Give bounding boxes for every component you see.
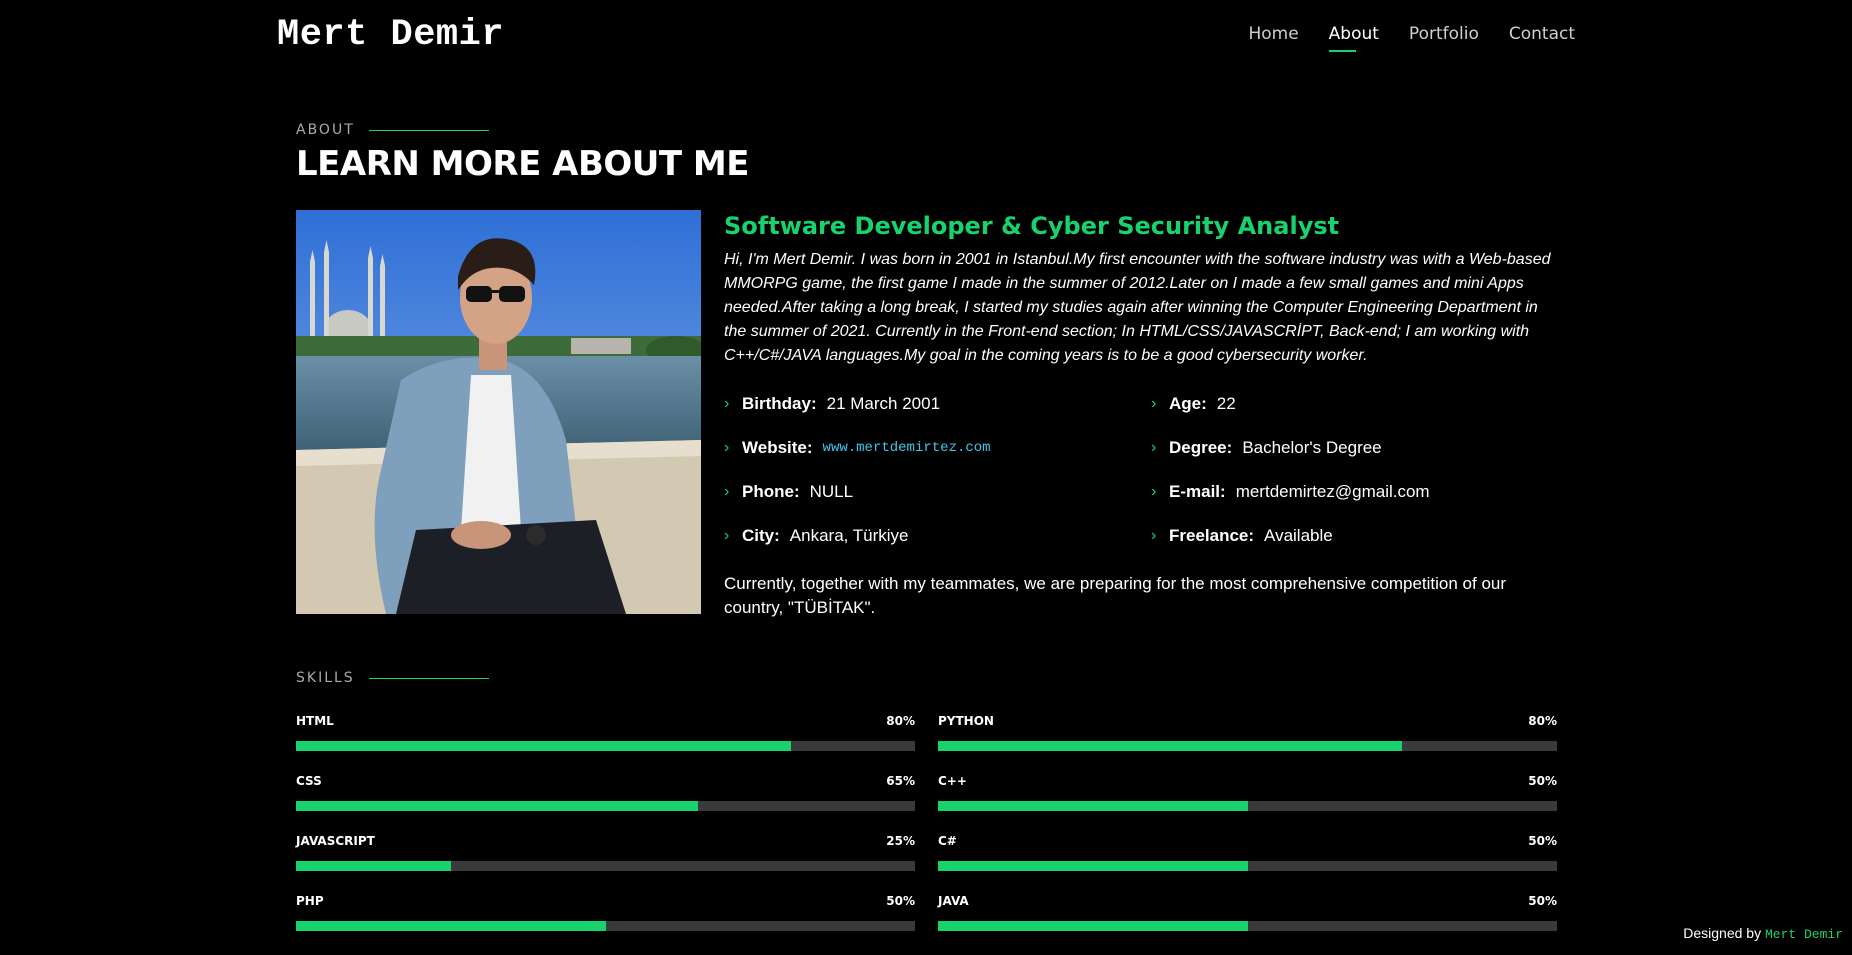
info-key: Birthday: bbox=[742, 394, 817, 413]
skill-name: HTML bbox=[296, 714, 334, 728]
profile-photo bbox=[296, 210, 701, 614]
info-key: E-mail: bbox=[1169, 482, 1226, 501]
info-birthday: › Birthday: 21 March 2001 bbox=[724, 392, 940, 416]
skill-php: PHP 50% bbox=[296, 894, 915, 934]
info-value: Bachelor's Degree bbox=[1242, 438, 1382, 457]
section-divider bbox=[368, 129, 489, 131]
about-section-label: ABOUT bbox=[296, 122, 489, 138]
skill-value: 50% bbox=[886, 894, 915, 908]
skills-label-text: SKILLS bbox=[296, 670, 355, 686]
skill-progress-fill bbox=[938, 861, 1248, 871]
info-grid: › Birthday: 21 March 2001 › Age: 22 › We… bbox=[724, 378, 1560, 554]
skill-track bbox=[938, 801, 1557, 811]
skill-track bbox=[296, 861, 915, 871]
skill-progress-fill bbox=[296, 861, 451, 871]
skill-name: PYTHON bbox=[938, 714, 994, 728]
skill-track bbox=[938, 741, 1557, 751]
skill-value: 80% bbox=[1528, 714, 1557, 728]
main-nav: Home About Portfolio Contact bbox=[1248, 24, 1575, 52]
info-key: Age: bbox=[1169, 394, 1207, 413]
info-value: 21 March 2001 bbox=[826, 394, 941, 413]
skill-track bbox=[296, 921, 915, 931]
info-key: Phone: bbox=[742, 482, 800, 501]
footer-prefix: Designed by bbox=[1683, 925, 1762, 941]
chevron-right-icon: › bbox=[1151, 439, 1157, 456]
info-value: Ankara, Türkiye bbox=[789, 526, 909, 545]
info-value: NULL bbox=[809, 482, 854, 501]
info-value: mertdemirtez@gmail.com bbox=[1235, 482, 1430, 501]
info-key: Degree: bbox=[1169, 438, 1233, 457]
skill-name: CSS bbox=[296, 774, 322, 788]
info-key: Website: bbox=[742, 438, 813, 457]
skill-track bbox=[296, 801, 915, 811]
info-freelance: › Freelance: Available bbox=[1151, 524, 1333, 548]
info-value: Available bbox=[1264, 526, 1333, 545]
skill-progress-fill bbox=[296, 741, 792, 751]
skill-value: 50% bbox=[1528, 894, 1557, 908]
chevron-right-icon: › bbox=[724, 395, 730, 412]
skill-track bbox=[938, 861, 1557, 871]
skill-value: 80% bbox=[886, 714, 915, 728]
skill-name: C# bbox=[938, 834, 957, 848]
nav-portfolio[interactable]: Portfolio bbox=[1409, 24, 1479, 52]
skill-csharp: C# 50% bbox=[938, 834, 1557, 874]
skill-progress-fill bbox=[296, 921, 606, 931]
nav-home[interactable]: Home bbox=[1248, 24, 1298, 52]
skills-section-label: SKILLS bbox=[296, 670, 489, 686]
skill-cpp: C++ 50% bbox=[938, 774, 1557, 814]
skill-value: 50% bbox=[1528, 834, 1557, 848]
footer-credit: Designed by Mert Demir bbox=[1683, 925, 1843, 942]
skill-value: 65% bbox=[886, 774, 915, 788]
section-divider bbox=[368, 677, 489, 679]
nav-about[interactable]: About bbox=[1328, 24, 1379, 52]
about-label-text: ABOUT bbox=[296, 122, 355, 138]
site-logo[interactable]: Mert Demir bbox=[277, 14, 504, 56]
chevron-right-icon: › bbox=[1151, 483, 1157, 500]
info-value: 22 bbox=[1216, 394, 1236, 413]
info-email: › E-mail: mertdemirtez@gmail.com bbox=[1151, 480, 1430, 504]
chevron-right-icon: › bbox=[724, 483, 730, 500]
tubitak-note: Currently, together with my teammates, w… bbox=[724, 574, 1507, 617]
skill-name: JAVA bbox=[938, 894, 969, 908]
skill-javascript: JAVASCRIPT 25% bbox=[296, 834, 915, 874]
website-link[interactable]: www.mertdemirtez.com bbox=[823, 440, 991, 456]
skill-html: HTML 80% bbox=[296, 714, 915, 754]
site-header: Mert Demir Home About Portfolio Contact bbox=[0, 0, 1852, 80]
info-phone: › Phone: NULL bbox=[724, 480, 853, 504]
skill-name: JAVASCRIPT bbox=[296, 834, 375, 848]
footer-author-link[interactable]: Mert Demir bbox=[1765, 927, 1843, 942]
info-website: › Website: www.mertdemirtez.com bbox=[724, 436, 991, 460]
skill-python: PYTHON 80% bbox=[938, 714, 1557, 754]
skill-name: PHP bbox=[296, 894, 324, 908]
info-age: › Age: 22 bbox=[1151, 392, 1236, 416]
chevron-right-icon: › bbox=[724, 439, 730, 456]
chevron-right-icon: › bbox=[1151, 527, 1157, 544]
skill-progress-fill bbox=[938, 801, 1248, 811]
page-title: LEARN MORE ABOUT ME bbox=[296, 144, 750, 184]
nav-contact[interactable]: Contact bbox=[1509, 24, 1575, 52]
info-key: Freelance: bbox=[1169, 526, 1255, 545]
skill-value: 25% bbox=[886, 834, 915, 848]
about-content: Software Developer & Cyber Security Anal… bbox=[724, 210, 1560, 620]
skill-track bbox=[938, 921, 1557, 931]
skill-progress-fill bbox=[296, 801, 699, 811]
info-degree: › Degree: Bachelor's Degree bbox=[1151, 436, 1382, 460]
skill-java: JAVA 50% bbox=[938, 894, 1557, 934]
skill-css: CSS 65% bbox=[296, 774, 915, 814]
skill-track bbox=[296, 741, 915, 751]
skill-name: C++ bbox=[938, 774, 967, 788]
bio-text: Hi, I'm Mert Demir. I was born in 2001 i… bbox=[724, 251, 1551, 364]
info-key: City: bbox=[742, 526, 780, 545]
info-city: › City: Ankara, Türkiye bbox=[724, 524, 909, 548]
skill-progress-fill bbox=[938, 741, 1403, 751]
chevron-right-icon: › bbox=[724, 527, 730, 544]
chevron-right-icon: › bbox=[1151, 395, 1157, 412]
skill-value: 50% bbox=[1528, 774, 1557, 788]
role-title: Software Developer & Cyber Security Anal… bbox=[724, 212, 1340, 240]
skill-progress-fill bbox=[938, 921, 1248, 931]
